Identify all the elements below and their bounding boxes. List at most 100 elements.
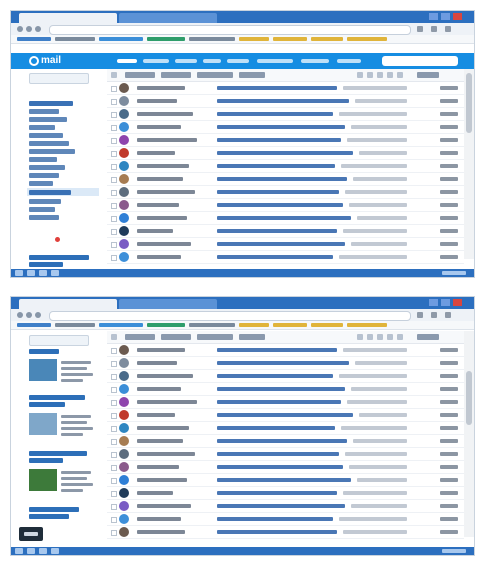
bookmark-item[interactable] [347, 37, 387, 41]
message-checkbox[interactable] [111, 426, 117, 432]
more-button[interactable] [239, 72, 265, 78]
message-checkbox[interactable] [111, 387, 117, 393]
browser-tab[interactable] [119, 299, 217, 309]
reload-icon[interactable] [35, 312, 41, 318]
forward-icon[interactable] [26, 312, 32, 318]
message-checkbox[interactable] [111, 86, 117, 92]
taskbar-app-icon[interactable] [39, 548, 47, 554]
message-checkbox[interactable] [111, 242, 117, 248]
view-button[interactable] [417, 72, 439, 78]
browser-tab[interactable] [119, 13, 217, 23]
message-row[interactable] [107, 448, 464, 461]
message-row[interactable] [107, 383, 464, 396]
message-checkbox[interactable] [111, 361, 117, 367]
message-checkbox[interactable] [111, 99, 117, 105]
folder-item[interactable] [29, 207, 55, 212]
toolbar-icon[interactable] [387, 72, 393, 78]
toolbar-icon[interactable] [367, 334, 373, 340]
folder-item[interactable] [29, 190, 71, 195]
message-row[interactable] [107, 238, 464, 251]
promo-title[interactable] [29, 451, 87, 456]
folder-item[interactable] [29, 181, 53, 186]
message-row[interactable] [107, 435, 464, 448]
message-row[interactable] [107, 186, 464, 199]
promo-title[interactable] [29, 458, 63, 463]
message-row[interactable] [107, 199, 464, 212]
taskbar-app-icon[interactable] [39, 270, 47, 276]
message-checkbox[interactable] [111, 151, 117, 157]
close-icon[interactable] [453, 13, 462, 20]
folder-item[interactable] [29, 199, 61, 204]
close-icon[interactable] [453, 299, 462, 306]
header-nav-item[interactable] [227, 59, 249, 63]
folder-item[interactable] [29, 101, 73, 106]
bookmark-item[interactable] [273, 37, 307, 41]
bookmark-item[interactable] [99, 323, 143, 327]
header-nav-item[interactable] [301, 59, 329, 63]
maximize-icon[interactable] [441, 299, 450, 306]
popup-widget[interactable] [19, 527, 43, 541]
extension-icon[interactable] [431, 312, 437, 318]
message-checkbox[interactable] [111, 190, 117, 196]
message-checkbox[interactable] [111, 465, 117, 471]
folder-item[interactable] [29, 215, 59, 220]
bookmark-item[interactable] [273, 323, 307, 327]
message-row[interactable] [107, 160, 464, 173]
message-row[interactable] [107, 95, 464, 108]
message-checkbox[interactable] [111, 348, 117, 354]
folder-item[interactable] [29, 109, 59, 114]
more-button[interactable] [239, 334, 265, 340]
scrollbar-thumb[interactable] [466, 371, 472, 425]
url-input[interactable] [49, 311, 411, 321]
folder-item[interactable] [29, 149, 75, 154]
scrollbar[interactable] [464, 69, 474, 259]
taskbar-app-icon[interactable] [51, 548, 59, 554]
message-checkbox[interactable] [111, 452, 117, 458]
promo-title[interactable] [29, 262, 63, 267]
message-checkbox[interactable] [111, 400, 117, 406]
browser-tab-active[interactable] [19, 13, 117, 23]
bookmark-item[interactable] [347, 323, 387, 327]
folder-item[interactable] [29, 173, 59, 178]
message-checkbox[interactable] [111, 203, 117, 209]
header-nav-item[interactable] [257, 59, 293, 63]
message-row[interactable] [107, 500, 464, 513]
message-row[interactable] [107, 212, 464, 225]
toolbar-icon[interactable] [367, 72, 373, 78]
extension-icon[interactable] [431, 26, 437, 32]
taskbar-app-icon[interactable] [51, 270, 59, 276]
header-nav-item[interactable] [143, 59, 169, 63]
back-icon[interactable] [17, 312, 23, 318]
minimize-icon[interactable] [429, 13, 438, 20]
promo-title[interactable] [29, 349, 59, 354]
start-icon[interactable] [15, 270, 23, 276]
message-checkbox[interactable] [111, 530, 117, 536]
scrollbar[interactable] [464, 331, 474, 537]
bookmark-item[interactable] [17, 323, 51, 327]
message-row[interactable] [107, 134, 464, 147]
message-row[interactable] [107, 251, 464, 264]
message-row[interactable] [107, 344, 464, 357]
bookmark-item[interactable] [17, 37, 51, 41]
message-checkbox[interactable] [111, 177, 117, 183]
mail-search-input[interactable] [382, 56, 458, 66]
menu-icon[interactable] [445, 312, 451, 318]
folder-item[interactable] [29, 165, 65, 170]
bookmark-item[interactable] [311, 323, 343, 327]
message-row[interactable] [107, 173, 464, 186]
bookmark-item[interactable] [189, 37, 235, 41]
archive-button[interactable] [161, 72, 191, 78]
header-nav-item[interactable] [117, 59, 137, 63]
folder-item[interactable] [29, 141, 69, 146]
folder-item[interactable] [29, 125, 55, 130]
message-row[interactable] [107, 526, 464, 539]
message-checkbox[interactable] [111, 164, 117, 170]
scrollbar-thumb[interactable] [466, 73, 472, 133]
bookmark-item[interactable] [99, 37, 143, 41]
select-all-checkbox[interactable] [111, 334, 117, 340]
start-icon[interactable] [15, 548, 23, 554]
message-row[interactable] [107, 474, 464, 487]
taskbar-app-icon[interactable] [27, 548, 35, 554]
compose-button[interactable] [29, 335, 89, 346]
promo-title[interactable] [29, 514, 69, 519]
